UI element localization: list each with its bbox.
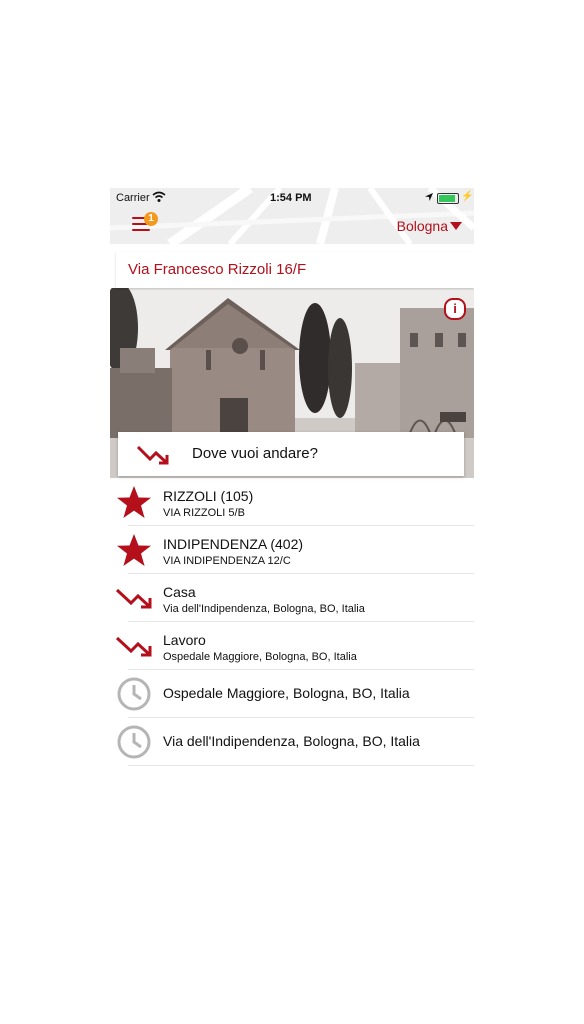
list-item[interactable]: Casa Via dell'Indipendenza, Bologna, BO,… (115, 574, 474, 622)
notification-badge: 1 (144, 212, 158, 226)
route-arrow-icon (114, 629, 154, 663)
item-title: Casa (163, 584, 196, 600)
carrier-label: Carrier (116, 192, 150, 204)
item-subtitle: VIA RIZZOLI 5/B (163, 507, 245, 519)
caret-down-icon[interactable] (450, 222, 462, 230)
status-bar: Carrier 1:54 PM ⚡ (110, 188, 474, 208)
star-icon (114, 485, 154, 519)
search-placeholder: Dove vuoi andare? (192, 445, 318, 462)
item-subtitle: VIA INDIPENDENZA 12/C (163, 555, 291, 567)
places-list: RIZZOLI (105) VIA RIZZOLI 5/B INDIPENDEN… (110, 478, 474, 766)
route-arrow-icon (136, 444, 170, 471)
item-title: Lavoro (163, 632, 206, 648)
list-item[interactable]: Lavoro Ospedale Maggiore, Bologna, BO, I… (115, 622, 474, 670)
item-subtitle: Ospedale Maggiore, Bologna, BO, Italia (163, 651, 357, 663)
list-item[interactable]: RIZZOLI (105) VIA RIZZOLI 5/B (117, 478, 474, 526)
item-title: Via dell'Indipendenza, Bologna, BO, Ital… (163, 733, 420, 749)
item-title: RIZZOLI (105) (163, 488, 254, 504)
list-item[interactable]: INDIPENDENZA (402) VIA INDIPENDENZA 12/C (117, 526, 474, 574)
clock-icon (114, 725, 154, 759)
item-title: INDIPENDENZA (402) (163, 536, 304, 552)
battery-icon (437, 193, 459, 204)
list-item[interactable]: Via dell'Indipendenza, Bologna, BO, Ital… (117, 718, 474, 766)
info-icon[interactable]: i (444, 298, 466, 320)
star-icon (114, 533, 154, 567)
charging-icon: ⚡ (461, 191, 474, 202)
status-time: 1:54 PM (270, 192, 312, 204)
map-header[interactable]: Carrier 1:54 PM ⚡ 1 Bologna (110, 188, 474, 244)
destination-search[interactable]: Dove vuoi andare? (118, 432, 464, 476)
app-screen: Carrier 1:54 PM ⚡ 1 Bologna Via Francesc… (110, 188, 474, 774)
city-selector[interactable]: Bologna (397, 218, 448, 234)
item-title: Ospedale Maggiore, Bologna, BO, Italia (163, 685, 410, 701)
current-address: Via Francesco Rizzoli 16/F (116, 252, 474, 288)
list-item[interactable]: Ospedale Maggiore, Bologna, BO, Italia (117, 670, 474, 718)
clock-icon (114, 677, 154, 711)
route-arrow-icon (114, 581, 154, 615)
item-subtitle: Via dell'Indipendenza, Bologna, BO, Ital… (163, 603, 365, 615)
